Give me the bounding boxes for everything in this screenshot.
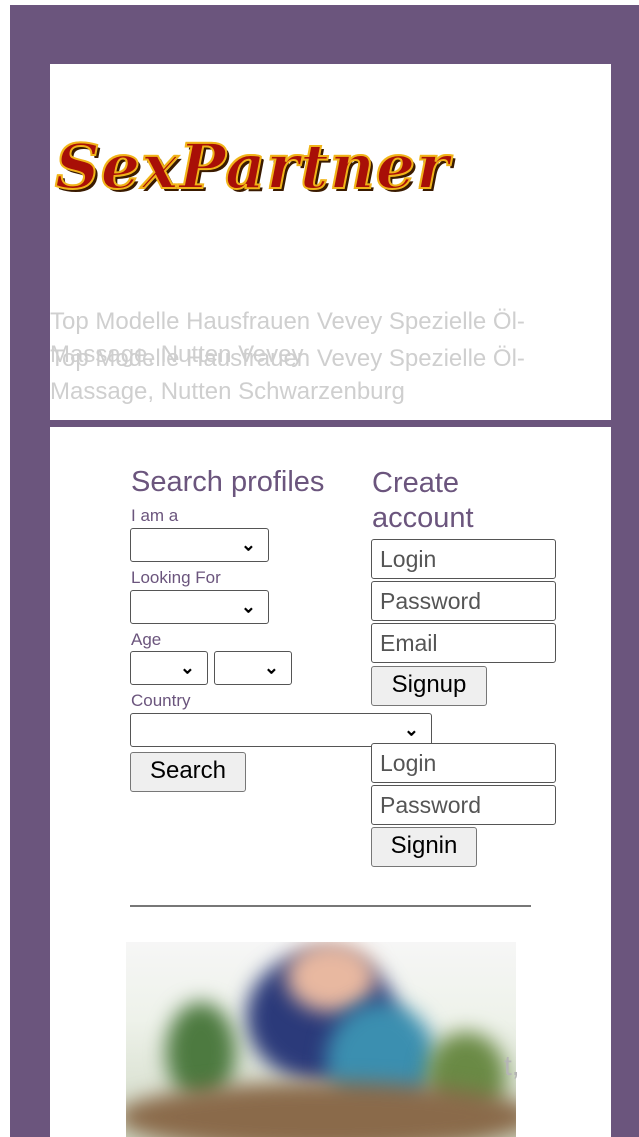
search-profiles-title: Search profiles	[131, 466, 325, 498]
signin-button[interactable]: Signin	[371, 827, 477, 867]
photo-ground	[126, 1082, 516, 1137]
chevron-down-icon: ⌄	[240, 534, 256, 555]
chevron-down-icon: ⌄	[240, 596, 256, 617]
photo-figure-skin	[286, 942, 376, 1012]
chevron-down-icon: ⌄	[179, 657, 195, 678]
country-label: Country	[131, 691, 191, 710]
i-am-select[interactable]: ⌄	[130, 528, 269, 562]
chevron-down-icon: ⌄	[263, 657, 279, 678]
content-snippet: t,	[504, 1050, 520, 1081]
age-from-select[interactable]: ⌄	[130, 651, 208, 685]
search-button[interactable]: Search	[130, 752, 246, 792]
country-select[interactable]: ⌄	[130, 713, 432, 747]
looking-for-label: Looking For	[131, 568, 221, 587]
signup-password-input[interactable]: Password	[371, 581, 556, 621]
horizontal-rule	[130, 905, 531, 907]
create-account-title: Create account	[372, 467, 474, 534]
age-to-select[interactable]: ⌄	[214, 651, 292, 685]
signin-password-input[interactable]: Password	[371, 785, 556, 825]
signup-button[interactable]: Signup	[371, 666, 487, 706]
header-tagline-2: Top Modelle Hausfrauen Vevey Spezielle Ö…	[50, 345, 525, 405]
site-logo[interactable]: SexPartner	[54, 129, 450, 204]
chevron-down-icon: ⌄	[403, 719, 419, 740]
profile-photo[interactable]	[126, 942, 516, 1137]
looking-for-select[interactable]: ⌄	[130, 590, 269, 624]
age-label: Age	[131, 630, 162, 649]
signin-login-input[interactable]: Login	[371, 743, 556, 783]
signup-login-input[interactable]: Login	[371, 539, 556, 579]
signup-email-input[interactable]: Email	[371, 623, 556, 663]
i-am-label: I am a	[131, 506, 179, 525]
section-divider	[50, 420, 611, 427]
